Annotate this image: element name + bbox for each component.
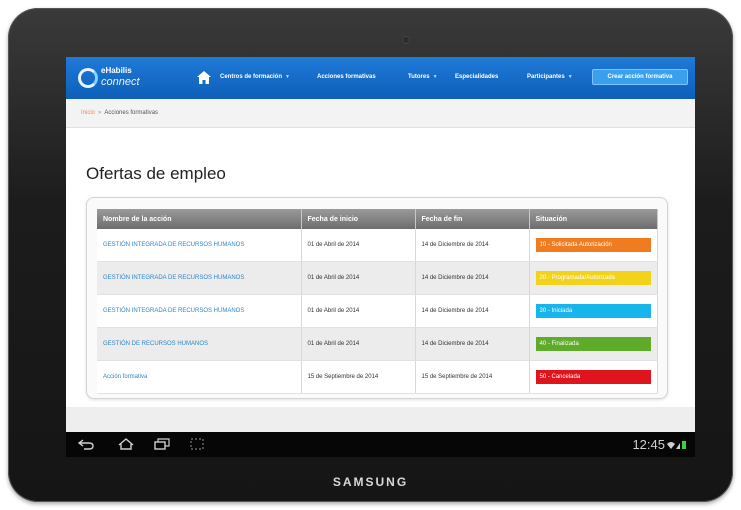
- end-date: 14 de Diciembre de 2014: [415, 229, 530, 262]
- table-row[interactable]: GESTIÓN INTEGRADA DE RECURSOS HUMANOS 01…: [97, 294, 658, 328]
- column-header-name[interactable]: Nombre de la acción: [97, 209, 302, 229]
- nav-label: Centros de formación: [220, 74, 283, 80]
- chevron-down-icon: ▼: [432, 74, 438, 80]
- status-badge: 50 - Cancelada: [535, 370, 651, 384]
- action-name-link[interactable]: GESTIÓN INTEGRADA DE RECURSOS HUMANOS: [97, 294, 302, 328]
- android-navigation-bar: 12:45: [66, 432, 695, 457]
- action-name-link[interactable]: GESTIÓN DE RECURSOS HUMANOS: [97, 327, 302, 361]
- nav-label: Acciones formativas: [317, 74, 376, 80]
- start-date: 01 de Abril de 2014: [301, 327, 416, 361]
- nav-centros-de-formacion[interactable]: Centros de formación ▼: [220, 74, 290, 80]
- start-date: 01 de Abril de 2014: [301, 261, 416, 295]
- status-cell: 40 - Finalizada: [529, 327, 658, 361]
- status-badge: 30 - Iniciada: [535, 304, 651, 318]
- end-date: 15 de Septiembre de 2014: [415, 360, 530, 394]
- status-badge: 10 - Solicitada Autorización: [535, 238, 651, 252]
- nav-especialidades[interactable]: Especialidades: [455, 74, 498, 80]
- table-row[interactable]: GESTIÓN INTEGRADA DE RECURSOS HUMANOS 01…: [97, 261, 658, 295]
- top-navigation-bar: eHabilis connect Centros de formación ▼ A…: [66, 57, 695, 99]
- battery-icon: [682, 441, 686, 449]
- breadcrumb-current: Acciones formativas: [104, 110, 159, 116]
- table-header-row: Nombre de la acción Fecha de inicio Fech…: [97, 209, 658, 229]
- nav-label: Especialidades: [455, 74, 499, 80]
- action-name-link[interactable]: GESTIÓN INTEGRADA DE RECURSOS HUMANOS: [97, 229, 302, 262]
- action-name-link[interactable]: Acción formativa: [97, 360, 302, 394]
- end-date: 14 de Diciembre de 2014: [415, 294, 530, 328]
- camera-icon: [403, 37, 409, 43]
- column-header-end-date[interactable]: Fecha de fin: [415, 209, 530, 229]
- logo-ring-icon: [78, 68, 98, 88]
- logo-text-line2: connect: [101, 76, 140, 88]
- action-name-link[interactable]: GESTIÓN INTEGRADA DE RECURSOS HUMANOS: [97, 261, 302, 295]
- recent-apps-icon[interactable]: [154, 438, 170, 450]
- screenshot-icon[interactable]: [190, 438, 204, 450]
- status-badge: 20 - Programada/Autorizada: [535, 271, 651, 285]
- screen: eHabilis connect Centros de formación ▼ A…: [66, 57, 695, 457]
- back-icon[interactable]: [78, 438, 94, 450]
- status-badge: 40 - Finalizada: [535, 337, 651, 351]
- status-cell: 10 - Solicitada Autorización: [529, 229, 658, 262]
- status-icons: [667, 441, 686, 449]
- end-date: 14 de Diciembre de 2014: [415, 261, 530, 295]
- nav-tutores[interactable]: Tutores ▼: [408, 74, 438, 80]
- nav-label: Tutores: [408, 74, 430, 80]
- table-container: Nombre de la acción Fecha de inicio Fech…: [86, 197, 668, 399]
- wifi-icon: [667, 442, 675, 449]
- nav-label: Participantes: [527, 74, 565, 80]
- logo-text-line1: eHabilis: [101, 66, 132, 75]
- end-date: 14 de Diciembre de 2014: [415, 327, 530, 361]
- device-brand: SAMSUNG: [332, 475, 409, 489]
- status-cell: 50 - Cancelada: [529, 360, 658, 394]
- chevron-down-icon: ▼: [285, 74, 290, 80]
- chevron-down-icon: ▼: [567, 74, 573, 80]
- nav-participantes[interactable]: Participantes ▼: [527, 74, 573, 80]
- start-date: 01 de Abril de 2014: [301, 229, 416, 262]
- column-header-start-date[interactable]: Fecha de inicio: [301, 209, 416, 229]
- start-date: 15 de Septiembre de 2014: [301, 360, 416, 394]
- create-action-button[interactable]: Crear acción formativa: [592, 69, 688, 85]
- system-clock: 12:45: [632, 437, 665, 452]
- breadcrumb-separator: »: [98, 110, 102, 116]
- breadcrumb-bar: Inicio» Acciones formativas: [66, 99, 695, 128]
- column-header-status[interactable]: Situación: [529, 209, 658, 229]
- page-title: Ofertas de empleo: [86, 164, 226, 183]
- nav-acciones-formativas[interactable]: Acciones formativas: [317, 74, 376, 80]
- home-icon[interactable]: [197, 71, 211, 84]
- breadcrumb-home-link[interactable]: Inicio: [81, 110, 95, 116]
- table-row[interactable]: GESTIÓN INTEGRADA DE RECURSOS HUMANOS 01…: [97, 229, 658, 262]
- table-row[interactable]: GESTIÓN DE RECURSOS HUMANOS 01 de Abril …: [97, 327, 658, 361]
- start-date: 01 de Abril de 2014: [301, 294, 416, 328]
- status-cell: 30 - Iniciada: [529, 294, 658, 328]
- breadcrumb: Inicio» Acciones formativas: [81, 110, 158, 116]
- signal-icon: [676, 443, 680, 449]
- status-cell: 20 - Programada/Autorizada: [529, 261, 658, 295]
- home-button-icon[interactable]: [118, 438, 134, 450]
- table-row[interactable]: Acción formativa 15 de Septiembre de 201…: [97, 360, 658, 394]
- courses-table: Nombre de la acción Fecha de inicio Fech…: [97, 209, 658, 394]
